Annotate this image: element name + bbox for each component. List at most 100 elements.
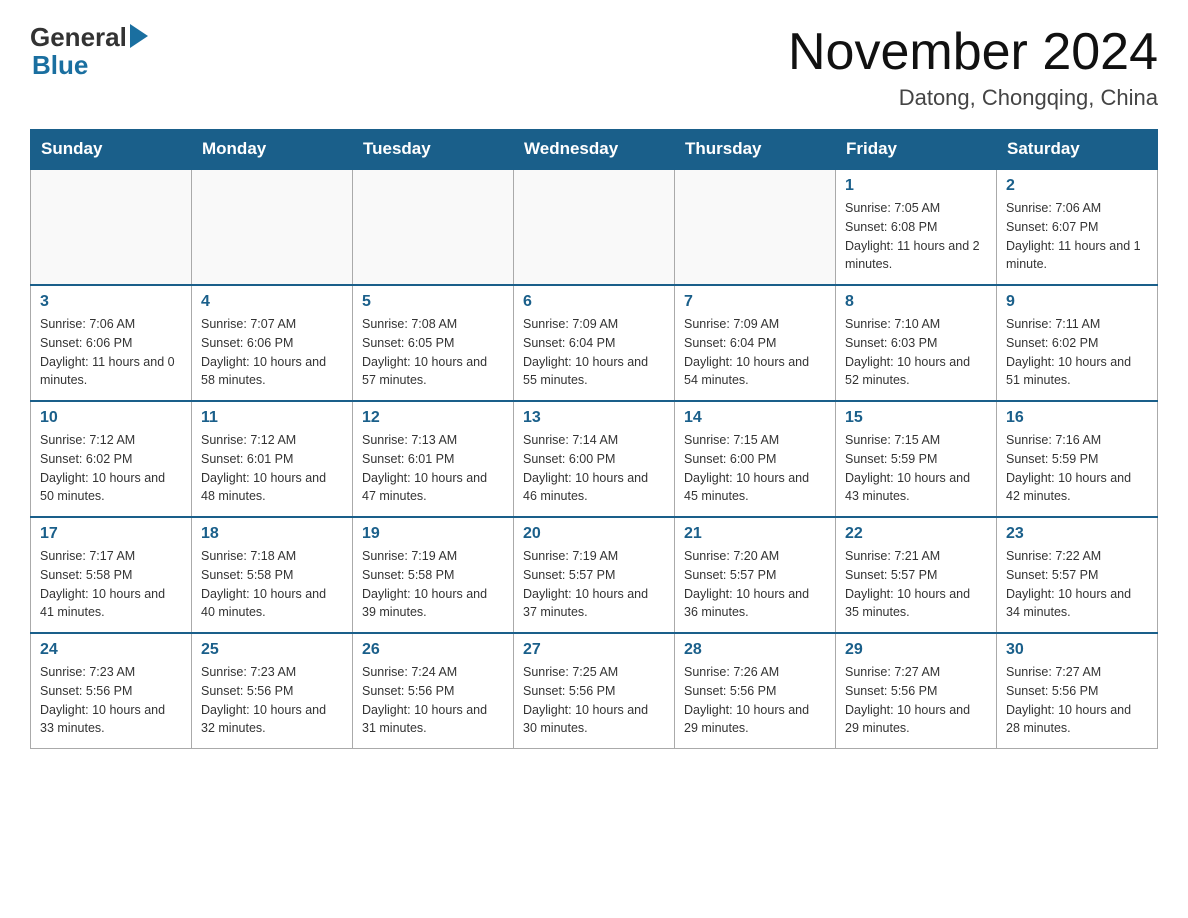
day-number: 28: [684, 641, 826, 659]
day-number: 20: [523, 525, 665, 543]
calendar-day-cell: 22 Sunrise: 7:21 AMSunset: 5:57 PMDayligh…: [836, 517, 997, 633]
calendar-day-cell: 10Sunrise: 7:12 AMSunset: 6:02 PMDayligh…: [31, 401, 192, 517]
calendar-day-cell: [31, 169, 192, 285]
calendar-day-cell: 19 Sunrise: 7:19 AMSunset: 5:58 PMDayligh…: [353, 517, 514, 633]
calendar-table: SundayMondayTuesdayWednesdayThursdayFrid…: [30, 129, 1158, 749]
day-of-week-header: Wednesday: [514, 130, 675, 170]
calendar-day-cell: 13 Sunrise: 7:14 AMSunset: 6:00 PMDayligh…: [514, 401, 675, 517]
day-of-week-header: Tuesday: [353, 130, 514, 170]
header-right: November 2024 Datong, Chongqing, China: [788, 24, 1158, 111]
day-info: Sunrise: 7:27 AMSunset: 5:56 PMDaylight:…: [845, 663, 987, 738]
calendar-day-cell: 12 Sunrise: 7:13 AMSunset: 6:01 PMDayligh…: [353, 401, 514, 517]
calendar-day-cell: 9 Sunrise: 7:11 AMSunset: 6:02 PMDaylight…: [997, 285, 1158, 401]
day-info: Sunrise: 7:23 AMSunset: 5:56 PMDaylight:…: [40, 663, 182, 738]
day-of-week-header: Monday: [192, 130, 353, 170]
day-number: 23: [1006, 525, 1148, 543]
day-number: 19: [362, 525, 504, 543]
calendar-day-cell: 21 Sunrise: 7:20 AMSunset: 5:57 PMDayligh…: [675, 517, 836, 633]
day-of-week-header: Friday: [836, 130, 997, 170]
day-number: 27: [523, 641, 665, 659]
day-info: Sunrise: 7:09 AMSunset: 6:04 PMDaylight:…: [523, 315, 665, 390]
day-info: Sunrise: 7:13 AMSunset: 6:01 PMDaylight:…: [362, 431, 504, 506]
calendar-day-cell: 30 Sunrise: 7:27 AMSunset: 5:56 PMDayligh…: [997, 633, 1158, 749]
day-info: Sunrise: 7:18 AMSunset: 5:58 PMDaylight:…: [201, 547, 343, 622]
day-info: Sunrise: 7:15 AMSunset: 6:00 PMDaylight:…: [684, 431, 826, 506]
day-number: 17: [40, 525, 182, 543]
day-info: Sunrise: 7:22 AMSunset: 5:57 PMDaylight:…: [1006, 547, 1148, 622]
day-number: 16: [1006, 409, 1148, 427]
day-info: Sunrise: 7:06 AMSunset: 6:06 PMDaylight:…: [40, 315, 182, 390]
day-number: 6: [523, 293, 665, 311]
calendar-day-cell: 26 Sunrise: 7:24 AMSunset: 5:56 PMDayligh…: [353, 633, 514, 749]
day-number: 22: [845, 525, 987, 543]
month-year-title: November 2024: [788, 24, 1158, 81]
day-number: 24: [40, 641, 182, 659]
calendar-header-row: SundayMondayTuesdayWednesdayThursdayFrid…: [31, 130, 1158, 170]
day-number: 14: [684, 409, 826, 427]
day-info: Sunrise: 7:19 AMSunset: 5:58 PMDaylight:…: [362, 547, 504, 622]
calendar-day-cell: [192, 169, 353, 285]
calendar-day-cell: 24 Sunrise: 7:23 AMSunset: 5:56 PMDayligh…: [31, 633, 192, 749]
day-info: Sunrise: 7:14 AMSunset: 6:00 PMDaylight:…: [523, 431, 665, 506]
calendar-day-cell: 27 Sunrise: 7:25 AMSunset: 5:56 PMDayligh…: [514, 633, 675, 749]
day-number: 5: [362, 293, 504, 311]
day-info: Sunrise: 7:12 AMSunset: 6:02 PMDaylight:…: [40, 431, 182, 506]
logo-arrow-icon: [130, 24, 148, 48]
day-info: Sunrise: 7:10 AMSunset: 6:03 PMDaylight:…: [845, 315, 987, 390]
day-info: Sunrise: 7:23 AMSunset: 5:56 PMDaylight:…: [201, 663, 343, 738]
calendar-day-cell: [675, 169, 836, 285]
day-number: 30: [1006, 641, 1148, 659]
calendar-day-cell: 17 Sunrise: 7:17 AMSunset: 5:58 PMDayligh…: [31, 517, 192, 633]
day-info: Sunrise: 7:20 AMSunset: 5:57 PMDaylight:…: [684, 547, 826, 622]
logo-general-text: General: [30, 24, 127, 50]
day-info: Sunrise: 7:08 AMSunset: 6:05 PMDaylight:…: [362, 315, 504, 390]
day-number: 25: [201, 641, 343, 659]
day-info: Sunrise: 7:17 AMSunset: 5:58 PMDaylight:…: [40, 547, 182, 622]
day-info: Sunrise: 7:24 AMSunset: 5:56 PMDaylight:…: [362, 663, 504, 738]
logo-top: General: [30, 24, 148, 50]
day-number: 7: [684, 293, 826, 311]
calendar-day-cell: 1 Sunrise: 7:05 AMSunset: 6:08 PMDaylight…: [836, 169, 997, 285]
calendar-day-cell: 6 Sunrise: 7:09 AMSunset: 6:04 PMDaylight…: [514, 285, 675, 401]
week-row: 17 Sunrise: 7:17 AMSunset: 5:58 PMDayligh…: [31, 517, 1158, 633]
day-of-week-header: Saturday: [997, 130, 1158, 170]
day-number: 29: [845, 641, 987, 659]
day-number: 1: [845, 177, 987, 195]
day-number: 11: [201, 409, 343, 427]
day-info: Sunrise: 7:25 AMSunset: 5:56 PMDaylight:…: [523, 663, 665, 738]
calendar-day-cell: 11Sunrise: 7:12 AMSunset: 6:01 PMDayligh…: [192, 401, 353, 517]
day-number: 21: [684, 525, 826, 543]
day-info: Sunrise: 7:21 AMSunset: 5:57 PMDaylight:…: [845, 547, 987, 622]
calendar-day-cell: 28 Sunrise: 7:26 AMSunset: 5:56 PMDayligh…: [675, 633, 836, 749]
day-number: 13: [523, 409, 665, 427]
calendar-day-cell: 14 Sunrise: 7:15 AMSunset: 6:00 PMDayligh…: [675, 401, 836, 517]
day-number: 15: [845, 409, 987, 427]
day-info: Sunrise: 7:19 AMSunset: 5:57 PMDaylight:…: [523, 547, 665, 622]
calendar-day-cell: 25 Sunrise: 7:23 AMSunset: 5:56 PMDayligh…: [192, 633, 353, 749]
header: General Blue November 2024 Datong, Chong…: [30, 24, 1158, 111]
logo-blue-text: Blue: [32, 50, 88, 81]
week-row: 10Sunrise: 7:12 AMSunset: 6:02 PMDayligh…: [31, 401, 1158, 517]
week-row: 3Sunrise: 7:06 AMSunset: 6:06 PMDaylight…: [31, 285, 1158, 401]
day-number: 4: [201, 293, 343, 311]
day-number: 9: [1006, 293, 1148, 311]
calendar-day-cell: 4Sunrise: 7:07 AMSunset: 6:06 PMDaylight…: [192, 285, 353, 401]
day-number: 26: [362, 641, 504, 659]
calendar-day-cell: 8Sunrise: 7:10 AMSunset: 6:03 PMDaylight…: [836, 285, 997, 401]
day-info: Sunrise: 7:26 AMSunset: 5:56 PMDaylight:…: [684, 663, 826, 738]
calendar-day-cell: 2Sunrise: 7:06 AMSunset: 6:07 PMDaylight…: [997, 169, 1158, 285]
day-info: Sunrise: 7:15 AMSunset: 5:59 PMDaylight:…: [845, 431, 987, 506]
calendar-day-cell: 16 Sunrise: 7:16 AMSunset: 5:59 PMDayligh…: [997, 401, 1158, 517]
day-info: Sunrise: 7:27 AMSunset: 5:56 PMDaylight:…: [1006, 663, 1148, 738]
calendar-day-cell: 23 Sunrise: 7:22 AMSunset: 5:57 PMDayligh…: [997, 517, 1158, 633]
day-info: Sunrise: 7:05 AMSunset: 6:08 PMDaylight:…: [845, 199, 987, 274]
day-info: Sunrise: 7:09 AMSunset: 6:04 PMDaylight:…: [684, 315, 826, 390]
day-number: 12: [362, 409, 504, 427]
calendar-day-cell: 3Sunrise: 7:06 AMSunset: 6:06 PMDaylight…: [31, 285, 192, 401]
calendar-day-cell: 7 Sunrise: 7:09 AMSunset: 6:04 PMDaylight…: [675, 285, 836, 401]
page: General Blue November 2024 Datong, Chong…: [0, 0, 1188, 779]
calendar-day-cell: 15 Sunrise: 7:15 AMSunset: 5:59 PMDayligh…: [836, 401, 997, 517]
calendar-day-cell: [353, 169, 514, 285]
day-info: Sunrise: 7:11 AMSunset: 6:02 PMDaylight:…: [1006, 315, 1148, 390]
day-info: Sunrise: 7:16 AMSunset: 5:59 PMDaylight:…: [1006, 431, 1148, 506]
